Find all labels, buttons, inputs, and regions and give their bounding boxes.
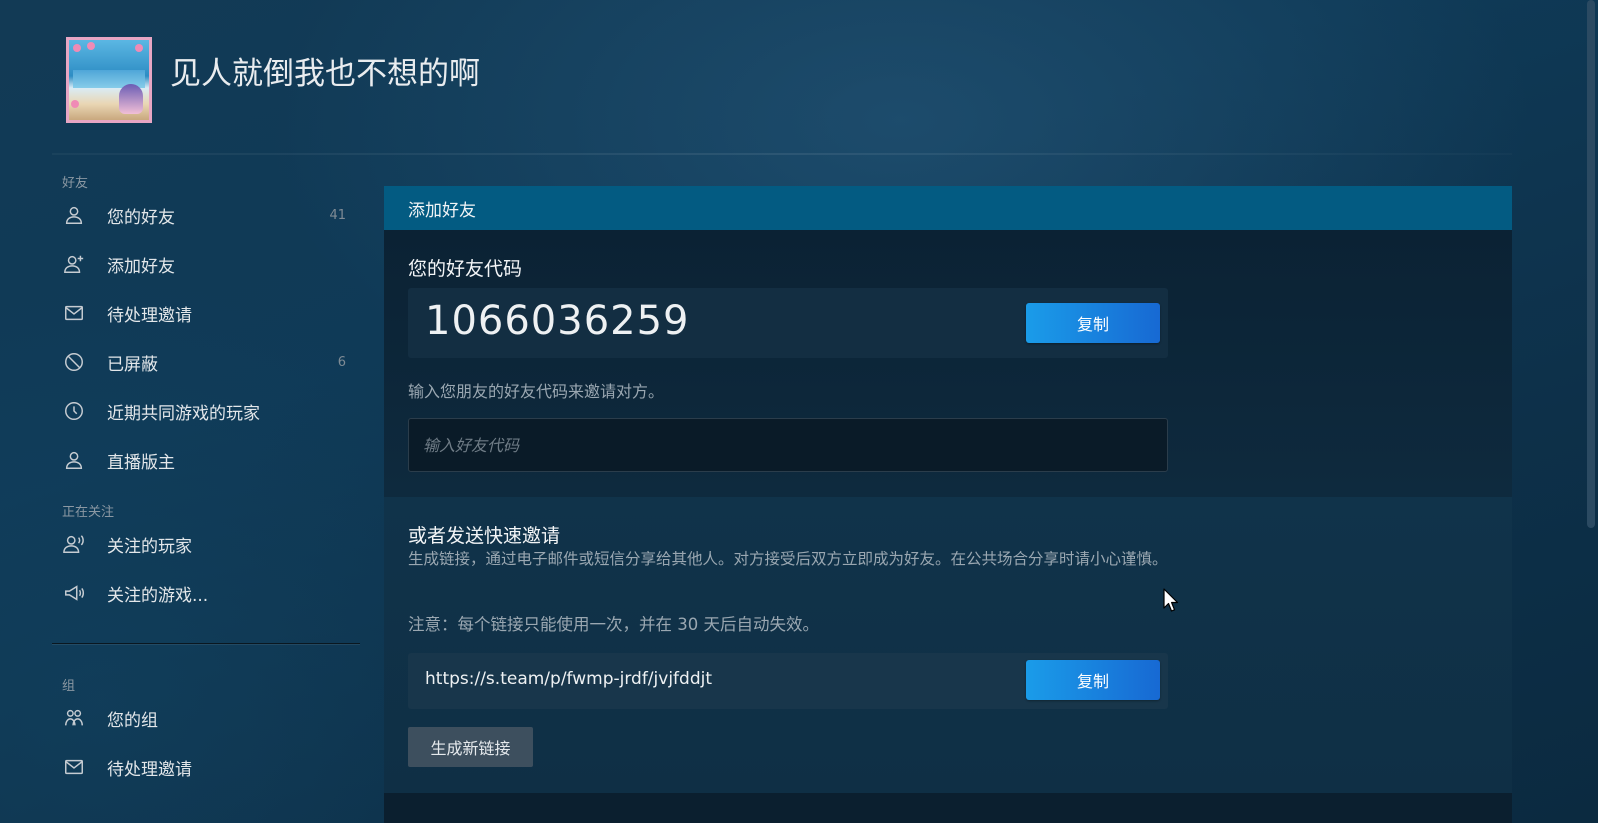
friend-code-section: 您的好友代码 1066036259 复制 输入您朋友的好友代码来邀请对方。: [384, 230, 1512, 497]
sidebar-item-label: 直播版主: [107, 452, 175, 473]
panel-header: 添加好友: [384, 186, 1512, 230]
sidebar-item-label: 关注的玩家: [107, 536, 192, 557]
envelope-icon: [62, 755, 86, 779]
sidebar-item-label: 待处理邀请: [107, 305, 192, 326]
sidebar-item-followed-games[interactable]: 关注的游戏...: [52, 573, 352, 613]
friend-code-input[interactable]: [408, 418, 1168, 472]
sidebar-item-group-invites[interactable]: 待处理邀请: [52, 747, 352, 787]
friends-section-label: 好友: [62, 176, 89, 191]
sidebar-item-pending-invites[interactable]: 待处理邀请: [52, 293, 352, 333]
person-icon: [62, 448, 86, 472]
quick-invite-note: 注意：每个链接只能使用一次，并在 30 天后自动失效。: [408, 615, 819, 634]
sidebar-item-followed-players[interactable]: 关注的玩家: [52, 524, 352, 564]
friend-code-title: 您的好友代码: [408, 258, 523, 280]
sidebar-item-label: 待处理邀请: [107, 759, 192, 780]
clock-icon: [62, 399, 86, 423]
person-broadcast-icon: [62, 532, 86, 556]
avatar[interactable]: [66, 37, 152, 123]
add-person-icon: [62, 252, 86, 276]
sidebar-item-your-groups[interactable]: 您的组: [52, 698, 352, 738]
panel-footer: [384, 793, 1512, 823]
quick-invite-section: 或者发送快速邀请 生成链接，通过电子邮件或短信分享给其他人。对方接受后双方立即成…: [384, 497, 1512, 793]
page-scrollbar[interactable]: [1584, 0, 1598, 823]
sidebar-item-label: 关注的游戏...: [107, 585, 209, 606]
mouse-cursor-icon: [1163, 588, 1179, 612]
panel-title: 添加好友: [408, 200, 476, 221]
generate-link-button[interactable]: 生成新链接: [408, 727, 533, 767]
add-friend-panel: 添加好友 您的好友代码 1066036259 复制 输入您朋友的好友代码来邀请对…: [384, 186, 1512, 823]
friends-count: 41: [329, 207, 346, 223]
invite-link[interactable]: https://s.team/p/fwmp-jrdf/jvjfddjt: [425, 669, 712, 689]
sidebar-item-label: 近期共同游戏的玩家: [107, 403, 260, 424]
sidebar-item-label: 已屏蔽: [107, 354, 158, 375]
group-icon: [62, 706, 86, 730]
enter-code-hint: 输入您朋友的好友代码来邀请对方。: [408, 382, 665, 401]
sidebar-item-label: 您的组: [107, 710, 158, 731]
following-section-label: 正在关注: [62, 505, 115, 520]
sidebar-item-your-friends[interactable]: 您的好友 41: [52, 195, 352, 235]
quick-invite-description: 生成链接，通过电子邮件或短信分享给其他人。对方接受后双方立即成为好友。在公共场合…: [408, 550, 1168, 568]
invite-link-box: https://s.team/p/fwmp-jrdf/jvjfddjt 复制: [408, 653, 1168, 709]
megaphone-icon: [62, 581, 86, 605]
sidebar-item-recent-players[interactable]: 近期共同游戏的玩家: [52, 391, 352, 431]
sidebar-item-broadcast-moderators[interactable]: 直播版主: [52, 440, 352, 480]
envelope-icon: [62, 301, 86, 325]
person-icon: [62, 203, 86, 227]
copy-link-button[interactable]: 复制: [1026, 660, 1160, 700]
blocked-count: 6: [337, 354, 346, 370]
sidebar-item-label: 您的好友: [107, 207, 175, 228]
friend-code-value: 1066036259: [425, 298, 690, 344]
header-divider: [52, 153, 1512, 155]
friend-code-box: 1066036259 复制: [408, 288, 1168, 358]
block-icon: [62, 350, 86, 374]
sidebar-item-blocked[interactable]: 已屏蔽 6: [52, 342, 352, 382]
scrollbar-thumb[interactable]: [1587, 0, 1595, 528]
groups-section-label: 组: [62, 679, 76, 694]
sidebar-item-add-friend[interactable]: 添加好友: [52, 244, 352, 284]
copy-code-button[interactable]: 复制: [1026, 303, 1160, 343]
sidebar-item-label: 添加好友: [107, 256, 175, 277]
quick-invite-title: 或者发送快速邀请: [408, 525, 561, 547]
profile-name: 见人就倒我也不想的啊: [170, 56, 480, 92]
